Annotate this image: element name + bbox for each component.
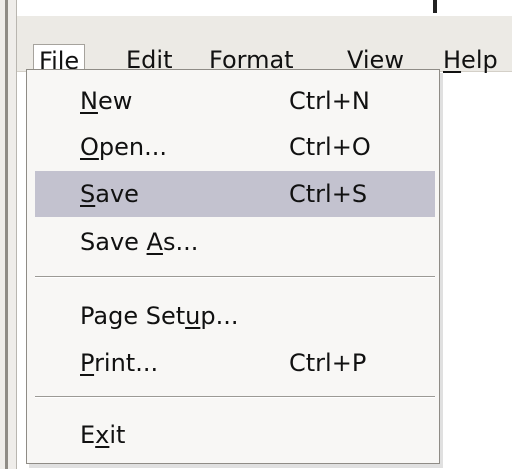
menu-item-save-as-mnemonic: A	[146, 228, 163, 256]
window-left-border-shadow	[5, 0, 8, 469]
menu-separator	[35, 276, 435, 278]
menu-item-save-shortcut: Ctrl+S	[289, 180, 368, 208]
menu-bar: File Edit Format View Help	[17, 16, 512, 76]
menu-item-save-mnemonic: S	[80, 180, 96, 208]
menu-item-save-label: Save	[80, 171, 139, 217]
menu-item-page-setup[interactable]: Page Setup...	[35, 293, 435, 339]
menu-item-open-shortcut: Ctrl+O	[289, 133, 371, 161]
menu-item-new-label: New	[80, 78, 132, 124]
menu-item-save[interactable]: Save Ctrl+S	[35, 171, 435, 217]
menu-item-page-setup-mnemonic: u	[185, 302, 201, 330]
menu-item-save-as-label: Save As...	[80, 219, 198, 265]
menu-item-open[interactable]: Open... Ctrl+O	[35, 124, 435, 170]
menu-item-save-as[interactable]: Save As...	[35, 219, 435, 265]
app-window: File Edit Format View Help New Ctrl+N Op…	[0, 0, 512, 469]
menu-item-exit-prefix: E	[80, 421, 96, 449]
menu-separator	[35, 396, 435, 398]
menu-item-new-mnemonic: N	[80, 87, 98, 115]
menu-item-page-setup-label: Page Setup...	[80, 293, 238, 339]
menu-item-save-as-prefix: Save	[80, 228, 147, 256]
menu-help[interactable]: Help	[443, 44, 498, 76]
menu-item-print-rest: rint...	[94, 349, 159, 377]
menu-item-page-setup-rest: p...	[200, 302, 239, 330]
menu-item-exit-label: Exit	[80, 412, 125, 458]
window-left-border	[0, 0, 17, 469]
menu-item-open-rest: pen...	[98, 133, 167, 161]
file-dropdown-menu: New Ctrl+N Open... Ctrl+O Save Ctrl+S Sa…	[26, 69, 440, 464]
menu-item-print-label: Print...	[80, 340, 158, 386]
menu-item-save-rest: ave	[95, 180, 139, 208]
menu-help-label: elp	[461, 46, 498, 74]
menu-help-mnemonic: H	[443, 46, 462, 74]
menu-item-new-rest: ew	[97, 87, 133, 115]
title-bar	[17, 0, 512, 16]
menu-item-new[interactable]: New Ctrl+N	[35, 78, 435, 124]
menu-item-exit-rest: it	[109, 421, 126, 449]
menu-item-print-shortcut: Ctrl+P	[289, 349, 367, 377]
menu-item-new-shortcut: Ctrl+N	[289, 87, 370, 115]
menu-item-open-label: Open...	[80, 124, 167, 170]
menu-item-open-mnemonic: O	[80, 133, 99, 161]
menu-item-print[interactable]: Print... Ctrl+P	[35, 340, 435, 386]
menu-item-exit-mnemonic: x	[95, 421, 110, 449]
menu-item-print-mnemonic: P	[80, 349, 95, 377]
menu-item-exit[interactable]: Exit	[35, 412, 435, 458]
menu-item-page-setup-prefix: Page Set	[80, 302, 186, 330]
title-bar-fragment	[433, 0, 437, 13]
menu-item-save-as-rest: s...	[162, 228, 199, 256]
